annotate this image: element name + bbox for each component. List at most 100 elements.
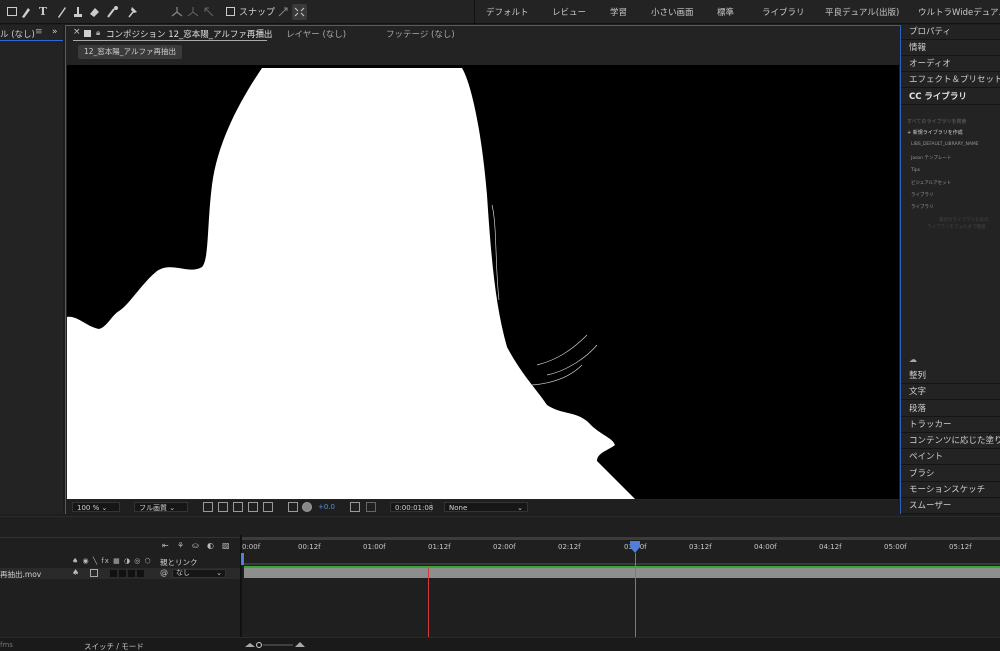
tab-menu-icon[interactable]: ≡	[257, 27, 265, 37]
tab-layer[interactable]: レイヤー (なし)	[286, 28, 346, 40]
layer-row[interactable]: 再抽出.mov ♠ @ なし ⌄	[0, 568, 240, 579]
exposure-reset-icon[interactable]	[302, 502, 312, 512]
red-marker-line[interactable]	[428, 568, 429, 638]
panel-character[interactable]: 文字	[901, 385, 1000, 400]
workspace-dual-publish[interactable]: 平良デュアル(出版)	[825, 6, 899, 18]
current-time-display[interactable]: 0:00:01:08	[390, 502, 433, 512]
workspace-learn[interactable]: 学習	[610, 6, 627, 18]
create-library-button[interactable]: + 新規ライブラリを作成	[907, 129, 963, 136]
zoom-dropdown[interactable]: 100 % ⌄	[72, 502, 120, 512]
panel-paint[interactable]: ペイント	[901, 450, 1000, 465]
library-note: 最近のライブラリを表示	[939, 218, 989, 223]
cloud-icon[interactable]: ☁	[909, 355, 917, 364]
library-item[interactable]: Tips	[911, 168, 920, 173]
exposure-value[interactable]: +0.0	[318, 502, 335, 512]
library-item[interactable]: Jason テンプレート	[911, 155, 951, 161]
panel-effects-presets[interactable]: エフェクト＆プリセット	[901, 73, 1000, 88]
project-panel-title[interactable]: ル (なし)	[0, 28, 35, 40]
brush-tool-icon[interactable]	[56, 4, 68, 20]
panel-menu-icon[interactable]: ≡	[35, 27, 43, 37]
clone-stamp-icon[interactable]	[72, 4, 84, 20]
ruler-tick: 03:12f	[689, 543, 712, 551]
panel-expand-icon[interactable]: »	[52, 27, 58, 37]
pen-tool-icon[interactable]	[20, 4, 32, 20]
resolution-dropdown[interactable]: フル画質 ⌄	[134, 502, 188, 512]
tab-composition[interactable]: コンポジション 12_窓本陽_アルファ再抽出	[106, 28, 272, 40]
library-item[interactable]: ビジュアルアセット	[911, 180, 951, 186]
lock-icon[interactable]: 🔒︎	[96, 28, 100, 38]
show-snapshot-icon[interactable]	[366, 502, 376, 512]
workspace-default[interactable]: デフォルト	[486, 6, 529, 18]
close-icon[interactable]: ×	[73, 27, 81, 37]
in-point-marker[interactable]	[241, 553, 244, 565]
rectangle-select-icon[interactable]	[6, 4, 18, 20]
layer-switches[interactable]	[110, 570, 146, 577]
layer-quality-icon[interactable]	[90, 569, 98, 577]
current-time-indicator[interactable]	[635, 553, 636, 638]
type-tool-icon[interactable]: T	[36, 4, 50, 20]
layer-name[interactable]: 再抽出.mov	[0, 569, 41, 580]
tab-footage[interactable]: フッテージ (なし)	[386, 28, 455, 40]
snapshot-camera-icon[interactable]	[350, 502, 360, 512]
panel-smoother[interactable]: スムーザー	[901, 499, 1000, 514]
timeline-zoom-slider[interactable]	[245, 642, 305, 648]
workspace-review[interactable]: レビュー	[552, 6, 586, 18]
shy-layers-icon[interactable]: ⛀	[192, 541, 199, 550]
composition-panel: × 🔒︎ コンポジション 12_窓本陽_アルファ再抽出 ≡ レイヤー (なし) …	[65, 25, 901, 514]
grid-guides-icon[interactable]	[248, 502, 258, 512]
workspace-small-screen[interactable]: 小さい画面	[651, 6, 694, 18]
region-of-interest-icon[interactable]	[203, 502, 213, 512]
panel-content-aware-fill[interactable]: コンテンツに応じた塗りつぶし	[901, 434, 1000, 449]
graph-editor-icon[interactable]: ▨	[222, 541, 230, 550]
channel-icon[interactable]	[263, 502, 273, 512]
renderer-value: None	[449, 504, 468, 512]
work-area-bar[interactable]	[242, 537, 1000, 540]
panel-align[interactable]: 整列	[901, 369, 1000, 384]
snap-expand-icon[interactable]	[277, 4, 289, 20]
panel-cc-libraries[interactable]: CC ライブラリ	[901, 90, 1000, 105]
pick-whip-icon[interactable]: @	[160, 568, 168, 577]
workspace-standard[interactable]: 標準	[717, 6, 734, 18]
renderer-dropdown[interactable]: None ⌄	[444, 502, 528, 512]
snap-feather-icon[interactable]	[292, 4, 307, 20]
zoom-value: 100 %	[77, 504, 100, 512]
viewer-controls: 100 % ⌄ フル画質 ⌄ +0.0 0:00:01:08 None ⌄	[66, 500, 900, 514]
layer-shy-icon[interactable]: ♠	[72, 568, 79, 577]
library-item[interactable]: LIBS_DEFAULT_LIBRARY_NAME	[911, 142, 979, 147]
library-item[interactable]: ライブラリ	[911, 192, 934, 198]
panel-info[interactable]: 情報	[901, 41, 1000, 56]
fast-preview-icon[interactable]	[288, 502, 298, 512]
roto-brush-icon[interactable]	[106, 4, 120, 20]
panel-motion-sketch[interactable]: モーションスケッチ	[901, 483, 1000, 498]
composition-mini-flowchart-icon[interactable]: ⇤	[162, 541, 169, 550]
draft-3d-icon[interactable]: ⚘	[177, 541, 184, 550]
parent-dropdown[interactable]: なし ⌄	[172, 569, 226, 578]
workspace-library[interactable]: ライブラリ	[762, 6, 805, 18]
panel-audio[interactable]: オーディオ	[901, 57, 1000, 72]
composition-viewer[interactable]	[67, 65, 899, 499]
panel-properties[interactable]: プロパティ	[901, 25, 1000, 40]
panel-paragraph[interactable]: 段落	[901, 402, 1000, 417]
panel-brushes[interactable]: ブラシ	[901, 467, 1000, 482]
mask-visibility-icon[interactable]	[233, 502, 243, 512]
timeline-panel: ⇤ ⚘ ⛀ ◐ ▨ ♠ ◉ ╲ fx ▦ ◑ ◎ ⬡ 親とリンク 再抽出.mov…	[0, 516, 1000, 651]
composition-breadcrumb[interactable]: 12_窓本陽_アルファ再抽出	[78, 45, 182, 59]
transparency-grid-icon[interactable]	[218, 502, 228, 512]
axis-view-icon[interactable]	[202, 4, 216, 20]
library-search-input[interactable]: すべてのライブラリを検索	[907, 118, 966, 125]
puppet-pin-icon[interactable]	[126, 4, 140, 20]
library-item[interactable]: ライブラリ	[911, 204, 934, 210]
ruler-tick: 04:12f	[819, 543, 842, 551]
playhead-icon[interactable]	[630, 541, 640, 553]
workspace-ultrawide-dual[interactable]: ウルトラWideデュアル	[918, 6, 1000, 18]
timeline-footer: fms スイッチ / モード	[0, 637, 1000, 651]
axis-local-icon[interactable]	[170, 4, 184, 20]
snap-checkbox[interactable]	[226, 7, 235, 16]
time-ruler[interactable]: 0:00f 00:12f 01:00f 01:12f 02:00f 02:12f…	[242, 537, 1000, 557]
axis-world-icon[interactable]	[186, 4, 200, 20]
panel-tracker[interactable]: トラッカー	[901, 418, 1000, 433]
eraser-tool-icon[interactable]	[88, 4, 100, 20]
composition-icon	[84, 30, 91, 37]
toggle-switches-modes[interactable]: スイッチ / モード	[84, 641, 144, 651]
motion-blur-icon[interactable]: ◐	[207, 541, 214, 550]
